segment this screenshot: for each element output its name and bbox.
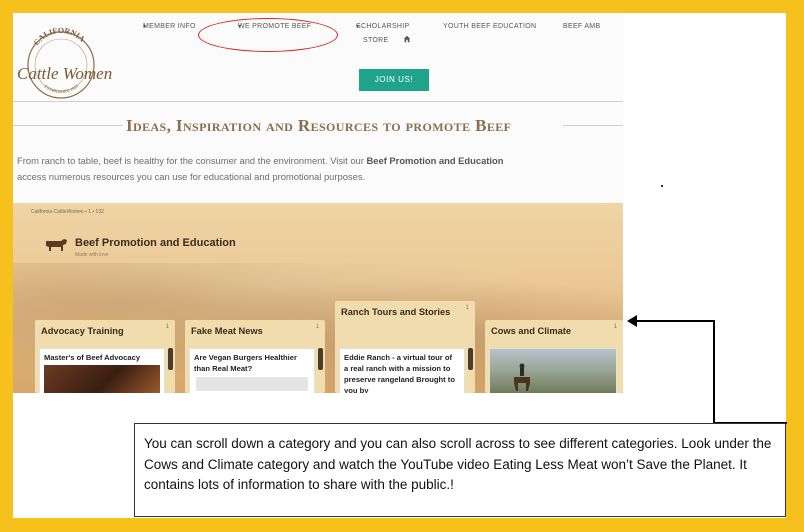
- intro-paragraph: From ranch to table, beef is healthy for…: [17, 155, 504, 182]
- svg-text:Cattle Women: Cattle Women: [17, 64, 112, 83]
- heading-rule-left: [13, 125, 123, 126]
- column-scrollbar[interactable]: [468, 348, 473, 370]
- card-masters-beef-advocacy[interactable]: Master's of Beef Advocacy: [39, 348, 165, 393]
- cattlewomen-logo[interactable]: CALIFORNIA ESTABLISHED 1931 Cattle Women: [17, 21, 117, 103]
- card-title: Master's of Beef Advocacy: [44, 353, 141, 362]
- column-count: 1: [465, 305, 469, 311]
- column-scrollbar[interactable]: [168, 348, 173, 370]
- board-breadcrumb: California CattleWomen • 1 • 132: [31, 209, 104, 215]
- steak-image: [44, 365, 160, 393]
- column-ranch-tours[interactable]: Ranch Tours and Stories 1 Eddie Ranch - …: [335, 301, 475, 393]
- column-title: Fake Meat News: [191, 326, 263, 336]
- column-title: Ranch Tours and Stories: [341, 307, 451, 317]
- home-icon[interactable]: [403, 35, 411, 45]
- card-cows-climate-video[interactable]: [489, 348, 617, 393]
- column-scrollbar[interactable]: [318, 348, 323, 370]
- beef-promotion-link[interactable]: Beef Promotion and Education: [367, 155, 504, 166]
- column-count: 1: [165, 324, 169, 330]
- highlight-circle: [198, 18, 338, 52]
- nav-store[interactable]: STORE: [363, 37, 389, 44]
- arrow-line-vertical: [713, 320, 715, 424]
- card-preview: [196, 377, 308, 391]
- divider: [13, 101, 623, 102]
- svg-text:ESTABLISHED 1931: ESTABLISHED 1931: [44, 83, 80, 94]
- cow-icon: [43, 237, 69, 253]
- column-count: 1: [315, 324, 319, 330]
- card-title: Are Vegan Burgers Healthier than Real Me…: [194, 353, 297, 373]
- card-vegan-burgers[interactable]: Are Vegan Burgers Healthier than Real Me…: [189, 348, 315, 393]
- column-advocacy-training[interactable]: Advocacy Training 1 Master's of Beef Adv…: [35, 320, 175, 393]
- column-title: Cows and Climate: [491, 326, 572, 336]
- website-screenshot: CALIFORNIA ESTABLISHED 1931 Cattle Women…: [13, 13, 623, 393]
- card-eddie-ranch[interactable]: Eddie Ranch - a virtual tour of a real r…: [339, 348, 465, 393]
- board-subtitle: Made with love: [75, 252, 109, 258]
- page-heading: Ideas, Inspiration and Resources to prom…: [126, 116, 512, 135]
- svg-text:CALIFORNIA: CALIFORNIA: [32, 26, 87, 47]
- main-nav: MEMBER INFO ▾ WE PROMOTE BEEF ▾ SCHOLARS…: [143, 23, 601, 45]
- padlet-board: California CattleWomen • 1 • 132 Beef Pr…: [13, 203, 623, 393]
- column-title: Advocacy Training: [41, 326, 124, 336]
- nav-youth-beef-education[interactable]: YOUTH BEEF EDUCATION: [443, 23, 536, 30]
- arrow-line: [635, 320, 715, 322]
- column-cows-and-climate[interactable]: Cows and Climate 1: [485, 320, 623, 393]
- column-fake-meat-news[interactable]: Fake Meat News 1 Are Vegan Burgers Healt…: [185, 320, 325, 393]
- instruction-callout: You can scroll down a category and you c…: [134, 423, 786, 517]
- stray-dot: [661, 185, 663, 187]
- slide-frame: CALIFORNIA ESTABLISHED 1931 Cattle Women…: [13, 13, 787, 518]
- join-us-button[interactable]: JOIN US!: [359, 69, 429, 91]
- board-title: Beef Promotion and Education: [75, 237, 236, 249]
- heading-rule-right: [563, 125, 623, 126]
- horse-rider-icon: [514, 363, 530, 391]
- nav-beef-ambassador[interactable]: BEEF AMB: [563, 23, 600, 30]
- column-count: 1: [613, 324, 617, 330]
- ranch-photo: [490, 349, 616, 393]
- card-title: Eddie Ranch - a virtual tour of a real r…: [344, 353, 455, 393]
